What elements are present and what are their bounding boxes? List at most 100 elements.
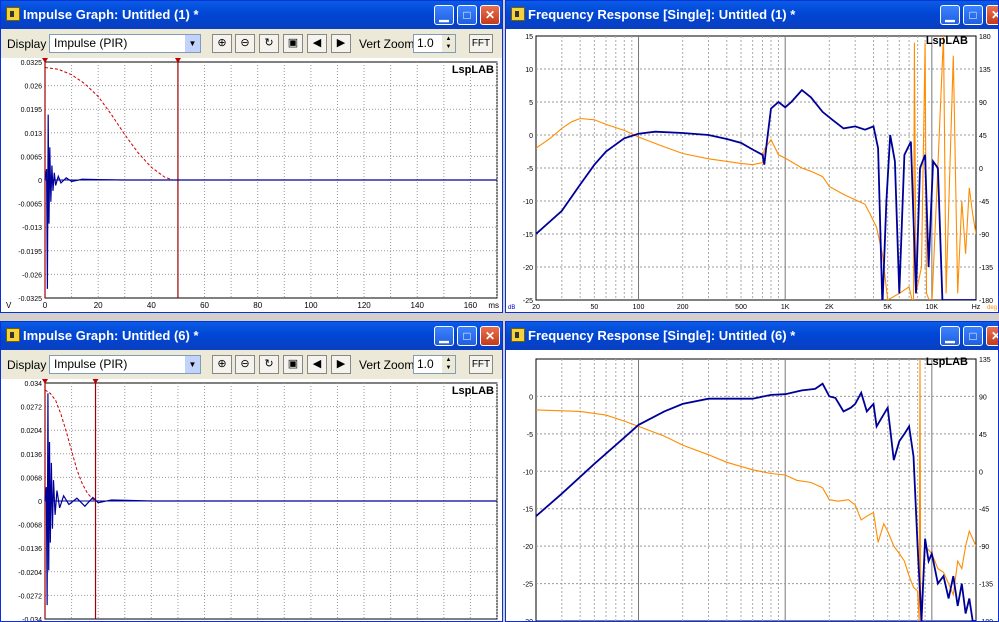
impulse-window-6: Impulse Graph: Untitled (6) * ▁ □ ✕ Disp… — [0, 321, 503, 622]
y2-tick-label: 135 — [979, 67, 991, 74]
x-tick-label: 500 — [735, 304, 747, 311]
y-tick-label: -30 — [523, 619, 533, 621]
y-tick-label: 0 — [38, 499, 42, 506]
y-tick-label: -20 — [523, 544, 533, 551]
minimize-button[interactable]: ▁ — [940, 5, 960, 25]
minimize-button[interactable]: ▁ — [434, 5, 454, 25]
frequency-plot-1[interactable]: 15 10 5 0 -5 -10 -15 -20 -25 180 135 90 45 0 -45 -90 -13… — [506, 29, 998, 312]
impulse-window-6-titlebar[interactable]: Impulse Graph: Untitled (6) * ▁ □ ✕ — [1, 322, 502, 350]
x-tick-label: 10K — [926, 304, 939, 311]
impulse-window-1-titlebar[interactable]: Impulse Graph: Untitled (1) * ▁ □ ✕ — [1, 1, 502, 29]
minimize-button[interactable]: ▁ — [434, 326, 454, 346]
x-tick-label: 5K — [883, 304, 892, 311]
y2-tick-label: 0 — [979, 469, 983, 476]
chevron-down-icon[interactable]: ▼ — [185, 356, 200, 373]
display-label: Display — [7, 358, 47, 372]
spinner-arrows-icon[interactable]: ▲ ▼ — [442, 356, 455, 373]
y2-tick-label: 0 — [979, 166, 983, 173]
y2-tick-label: -90 — [979, 232, 989, 239]
y-tick-label: -15 — [523, 507, 533, 514]
display-select-value: Impulse (PIR) — [54, 357, 128, 371]
y-tick-label: 0.013 — [24, 131, 42, 138]
y-tick-label: 0.0136 — [21, 452, 43, 459]
x-tick-label: 2K — [825, 304, 834, 311]
arrow-right-icon[interactable]: ▶ — [331, 355, 351, 374]
x-tick-label: 50 — [590, 304, 598, 311]
vert-zoom-label: Vert Zoom — [359, 37, 415, 51]
y-tick-label: 0.0272 — [21, 405, 43, 412]
zoom-in-icon[interactable]: ⊕ — [212, 34, 232, 53]
zoom-in-icon[interactable]: ⊕ — [212, 355, 232, 374]
display-label: Display — [7, 37, 47, 51]
lsplab-logo: LspLAB — [926, 35, 968, 47]
y-tick-label: 0 — [38, 178, 42, 185]
y-tick-label: 0.0065 — [21, 154, 43, 161]
impulse-plot-6[interactable]: 0204060801001201401600.0340.02720.02040.… — [1, 379, 502, 621]
speaker-icon — [511, 7, 525, 21]
y-tick-label: -10 — [523, 199, 533, 206]
window-title: Impulse Graph: Untitled (1) * — [23, 7, 199, 22]
x-tick-label: 60 — [200, 301, 209, 310]
y-tick-label: -5 — [527, 166, 533, 173]
zoom-out-icon[interactable]: ⊖ — [235, 34, 255, 53]
display-select-value: Impulse (PIR) — [54, 36, 128, 50]
frequency-chart-6: 0 -5 -10 -15 -20 -25 -30 135 90 45 0 -45 -90 -135 -180… — [523, 356, 993, 621]
y-tick-label: 5 — [529, 100, 533, 107]
display-select[interactable]: Impulse (PIR) ▼ — [49, 34, 201, 53]
y2-tick-label: -135 — [979, 582, 993, 589]
vert-zoom-input[interactable]: 1.0 ▲ ▼ — [413, 355, 456, 374]
zoom-reset-icon[interactable]: ↻ — [259, 34, 279, 53]
lsplab-logo: LspLAB — [452, 385, 494, 397]
y-tick-label: 0 — [529, 394, 533, 401]
lsplab-logo: LspLAB — [452, 64, 494, 76]
impulse-toolbar: Display Impulse (PIR) ▼ ⊕ ⊖ ↻ ▣ ◀ ▶ Vert… — [1, 29, 502, 58]
x-tick-label: 100 — [633, 304, 645, 311]
y2-tick-label: 135 — [979, 357, 991, 364]
close-button[interactable]: ✕ — [986, 326, 998, 346]
speaker-icon — [6, 7, 20, 21]
x-tick-label: 40 — [147, 301, 156, 310]
y2-unit-label: deg — [987, 305, 997, 311]
speaker-icon — [6, 328, 20, 342]
impulse-chart-1: 0 20 40 60 80 100 120 140 160 ms V 0.0325 0.026 0.019… — [6, 58, 499, 310]
vert-zoom-input[interactable]: 1.0 ▲ ▼ — [413, 34, 456, 53]
fft-button[interactable]: FFT — [469, 355, 493, 374]
chevron-down-icon[interactable]: ▼ — [185, 35, 200, 52]
close-button[interactable]: ✕ — [480, 5, 500, 25]
zoom-out-icon[interactable]: ⊖ — [235, 355, 255, 374]
close-button[interactable]: ✕ — [480, 326, 500, 346]
display-select[interactable]: Impulse (PIR) ▼ — [49, 355, 201, 374]
y2-tick-label: -45 — [979, 199, 989, 206]
frequency-plot-6[interactable]: 0 -5 -10 -15 -20 -25 -30 135 90 45 0 -45 -90 -135 -180… — [506, 350, 998, 621]
maximize-button[interactable]: □ — [457, 5, 477, 25]
x-tick-label: 80 — [253, 301, 262, 310]
frequency-window-6-titlebar[interactable]: Frequency Response [Single]: Untitled (6… — [506, 322, 998, 350]
zoom-reset-icon[interactable]: ↻ — [259, 355, 279, 374]
speaker-icon — [511, 328, 525, 342]
arrow-right-icon[interactable]: ▶ — [331, 34, 351, 53]
spinner-arrows-icon[interactable]: ▲ ▼ — [442, 35, 455, 52]
minimize-button[interactable]: ▁ — [940, 326, 960, 346]
y-tick-label: 0.026 — [24, 84, 42, 91]
lsplab-logo: LspLAB — [926, 356, 968, 368]
zoom-fit-icon[interactable]: ▣ — [283, 34, 303, 53]
window-title: Impulse Graph: Untitled (6) * — [23, 328, 199, 343]
arrow-left-icon[interactable]: ◀ — [307, 34, 327, 53]
arrow-left-icon[interactable]: ◀ — [307, 355, 327, 374]
fft-button[interactable]: FFT — [469, 34, 493, 53]
frequency-window-6: Frequency Response [Single]: Untitled (6… — [505, 321, 999, 622]
y-tick-label: 0.034 — [24, 381, 42, 388]
maximize-button[interactable]: □ — [963, 5, 983, 25]
y-tick-label: -0.0068 — [18, 523, 42, 530]
maximize-button[interactable]: □ — [457, 326, 477, 346]
zoom-fit-icon[interactable]: ▣ — [283, 355, 303, 374]
close-button[interactable]: ✕ — [986, 5, 998, 25]
y2-tick-label: -90 — [979, 544, 989, 551]
y-tick-label: -0.0272 — [18, 593, 42, 600]
y2-tick-label: 90 — [979, 394, 987, 401]
impulse-plot-1[interactable]: 0 20 40 60 80 100 120 140 160 ms V 0.0325 0.026 0.019… — [1, 58, 502, 312]
y-tick-label: -5 — [527, 432, 533, 439]
frequency-window-1-titlebar[interactable]: Frequency Response [Single]: Untitled (1… — [506, 1, 998, 29]
vert-zoom-value: 1.0 — [417, 357, 434, 371]
maximize-button[interactable]: □ — [963, 326, 983, 346]
